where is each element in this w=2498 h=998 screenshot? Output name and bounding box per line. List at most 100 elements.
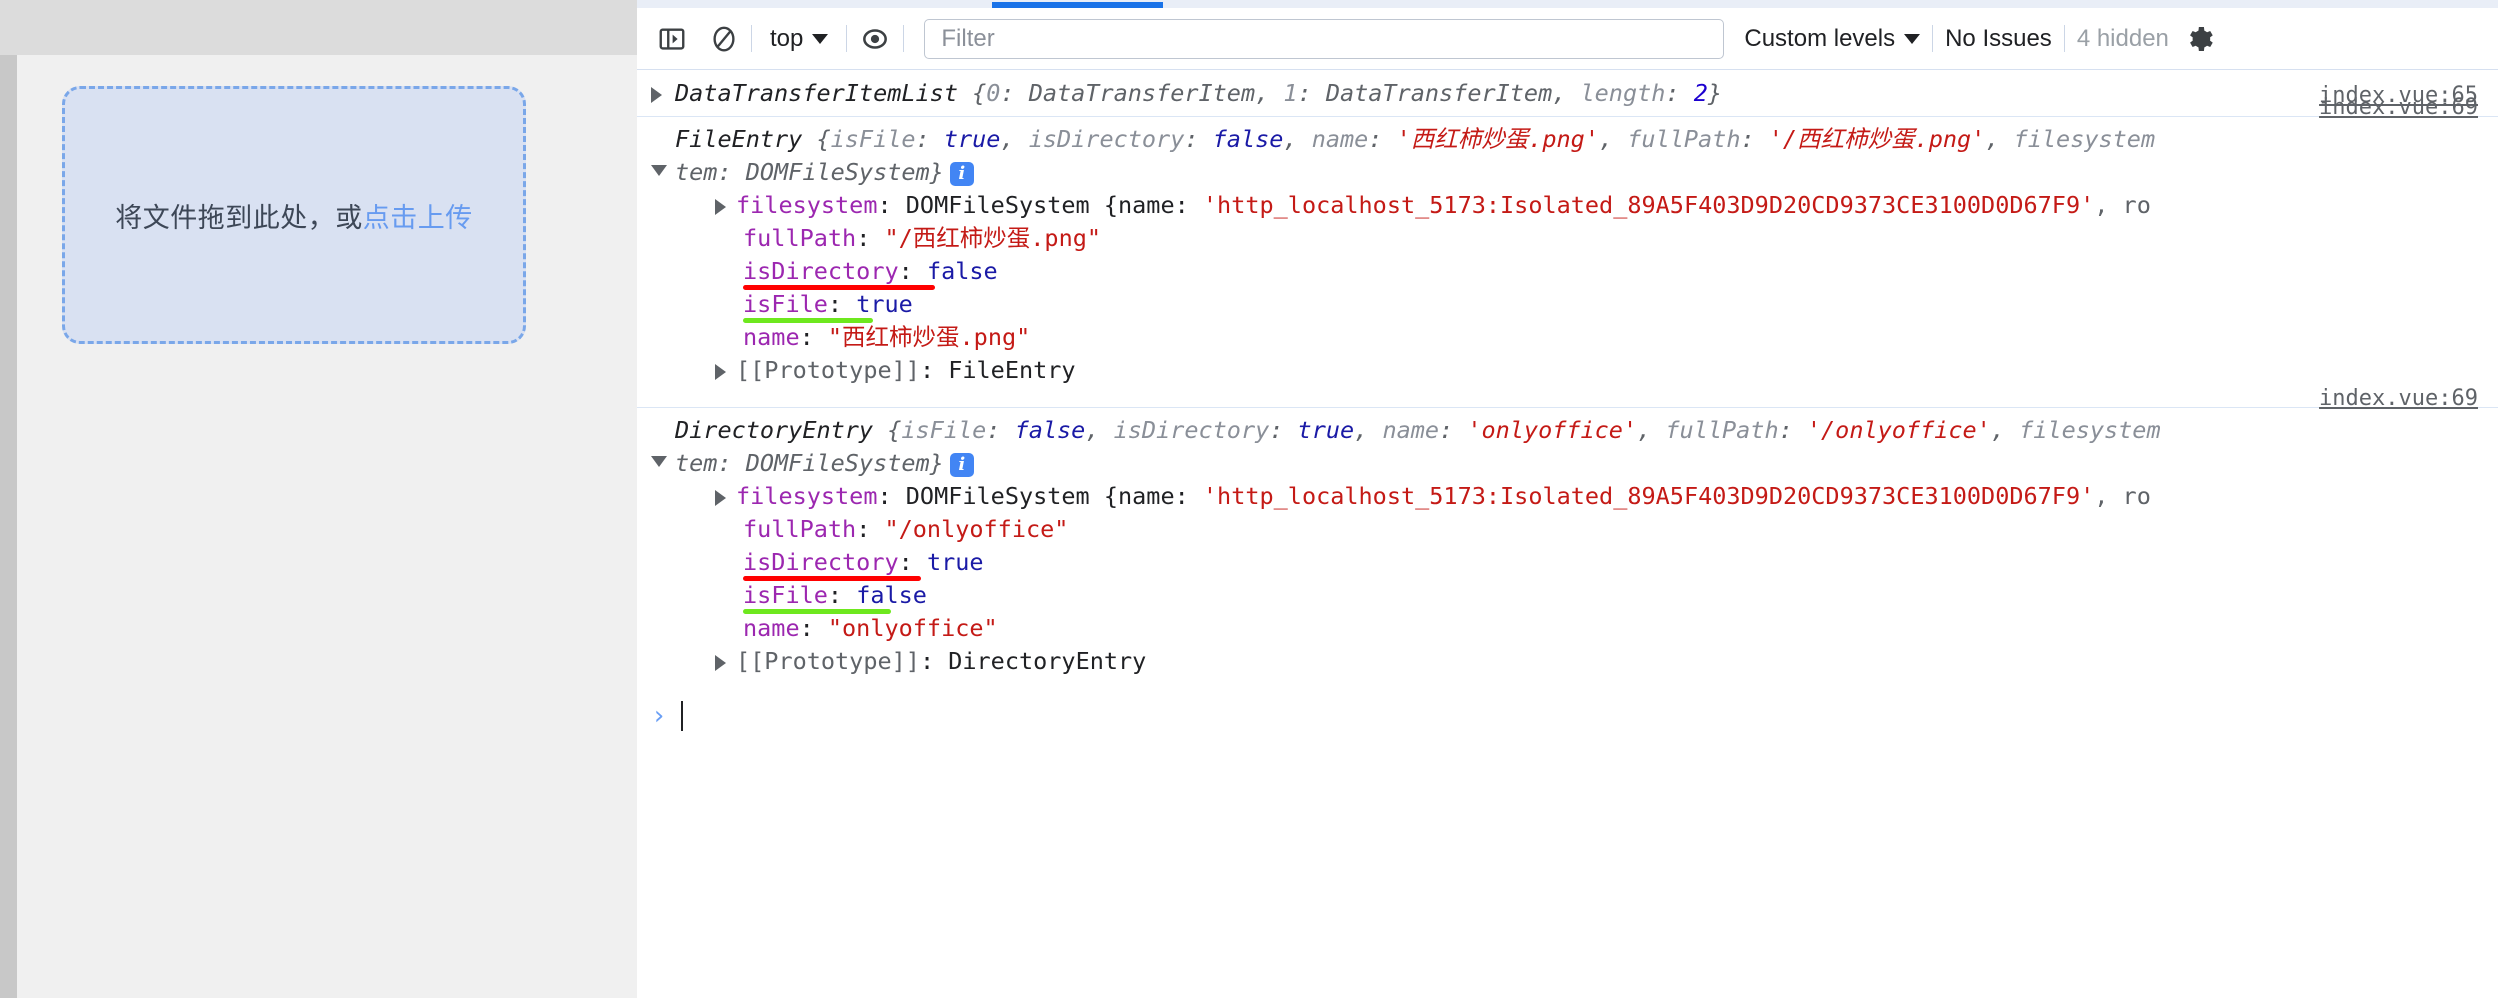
expand-triangle-icon[interactable]	[715, 654, 726, 671]
sep: :	[1000, 79, 1029, 107]
object-property-row[interactable]: filesystem: DOMFileSystem {name: 'http_l…	[675, 480, 2478, 513]
file-dropzone[interactable]: 将文件拖到此处，或点击上传	[62, 86, 526, 344]
expand-triangle-icon[interactable]	[651, 87, 662, 103]
console-message[interactable]: index.vue:69 DirectoryEntry {isFile: fal…	[637, 386, 2498, 694]
info-badge-icon[interactable]: i	[949, 161, 974, 186]
expand-triangle-icon[interactable]	[715, 363, 726, 380]
log-levels-label: Custom levels	[1744, 24, 1896, 52]
source-link[interactable]: index.vue:69	[2319, 91, 2478, 124]
property-name: name	[743, 614, 800, 642]
property-sep: :	[799, 614, 828, 642]
preview-value: DataTransferItem	[1028, 79, 1256, 107]
property-sep: :	[919, 356, 949, 384]
browser-left-rail	[0, 55, 17, 998]
console-filter-box[interactable]	[924, 18, 1725, 59]
preview-key: isFile	[901, 416, 987, 444]
property-name: isDirectory	[743, 257, 899, 285]
property-sep: :	[898, 548, 927, 576]
property-sep: :	[856, 224, 885, 252]
property-name: isDirectory	[743, 548, 899, 576]
live-expression-icon[interactable]	[859, 23, 891, 55]
page-content: 将文件拖到此处，或点击上传	[17, 55, 637, 998]
devtools-tabstrip	[637, 0, 2498, 8]
browser-chrome-strip	[0, 0, 637, 55]
object-property-row[interactable]: fullPath: "/onlyoffice"	[675, 513, 2478, 546]
property-name: filesystem	[736, 482, 878, 510]
execution-context-selector[interactable]: top	[764, 25, 834, 53]
dropzone-text: 将文件拖到此处，或点击上传	[115, 196, 473, 235]
issues-counter[interactable]: No Issues	[1945, 25, 2052, 53]
object-prototype-row[interactable]: [[Prototype]]: DirectoryEntry	[675, 645, 2478, 678]
preview-key: name	[1311, 125, 1369, 153]
property-name: isFile	[743, 290, 828, 318]
object-class-name: DirectoryEntry	[675, 416, 874, 444]
sep: :	[1665, 79, 1694, 107]
preview-value: 'onlyoffice'	[1467, 416, 1638, 444]
dropzone-upload-link[interactable]: 点击上传	[363, 203, 473, 233]
collapse-triangle-icon[interactable]	[651, 165, 667, 176]
expand-triangle-icon[interactable]	[715, 489, 726, 506]
object-class-name: DataTransferItemList	[675, 79, 958, 107]
preview-value: true	[1297, 416, 1355, 444]
property-name: filesystem	[736, 191, 878, 219]
expand-triangle-icon[interactable]	[715, 198, 726, 215]
property-sep: :	[919, 647, 949, 675]
console-toolbar: top Custom levels No Issues	[637, 8, 2498, 70]
property-name: fullPath	[743, 515, 857, 543]
property-value: true	[856, 290, 913, 318]
object-prototype-row[interactable]: [[Prototype]]: FileEntry	[675, 354, 2478, 387]
preview-key: isFile	[830, 125, 916, 153]
dropzone-main-text: 将文件拖到此处，或	[115, 202, 363, 233]
toolbar-divider	[846, 25, 848, 52]
search-input[interactable]	[939, 23, 1710, 54]
preview-key: length	[1580, 79, 1666, 107]
log-levels-selector[interactable]: Custom levels	[1744, 24, 1921, 53]
preview-value: false	[1212, 125, 1284, 153]
property-sep: :	[827, 581, 857, 609]
property-name: name	[743, 323, 800, 351]
console-message[interactable]: index.vue:69 FileEntry {isFile: true, is…	[637, 95, 2498, 407]
preview-key: 1	[1283, 79, 1298, 107]
console-message-list[interactable]: DataTransferItemList {0: DataTransferIte…	[637, 71, 2498, 998]
object-property-row[interactable]: isDirectory: true	[675, 546, 2478, 581]
property-value: false	[926, 257, 998, 285]
prototype-value: DirectoryEntry	[948, 647, 1147, 675]
object-property-row[interactable]: fullPath: "/西红柿炒蛋.png"	[675, 222, 2478, 255]
browser-page-area: 将文件拖到此处，或点击上传	[0, 0, 637, 998]
preview-key: filesystem	[2013, 125, 2156, 153]
property-sep: :	[898, 257, 927, 285]
sep: :	[1297, 79, 1326, 107]
object-property-row[interactable]: name: "西红柿炒蛋.png"	[675, 321, 2478, 354]
object-property-row[interactable]: isFile: true	[675, 288, 2478, 323]
property-name: fullPath	[743, 224, 857, 252]
info-badge-icon[interactable]: i	[949, 452, 974, 477]
property-tail: , ro	[2094, 191, 2151, 219]
brace: {	[873, 416, 902, 444]
toolbar-divider	[1932, 25, 1934, 52]
preview-value: 2	[1693, 79, 1708, 107]
collapse-triangle-icon[interactable]	[651, 456, 667, 467]
hidden-messages-count: 4 hidden	[2076, 24, 2169, 52]
property-sep: :	[856, 515, 885, 543]
property-value: true	[926, 548, 984, 576]
source-link[interactable]: index.vue:69	[2319, 382, 2478, 415]
property-tail: , ro	[2094, 482, 2151, 510]
console-message[interactable]: DataTransferItemList {0: DataTransferIte…	[637, 71, 2498, 116]
object-property-row[interactable]: filesystem: DOMFileSystem {name: 'http_l…	[675, 189, 2478, 222]
show-console-sidebar-icon[interactable]	[657, 24, 687, 54]
property-value: "onlyoffice"	[827, 614, 998, 642]
clear-console-icon[interactable]	[709, 24, 739, 54]
object-property-row[interactable]: name: "onlyoffice"	[675, 612, 2478, 645]
prompt-caret-icon: ›	[651, 700, 667, 731]
property-value: false	[856, 581, 927, 609]
gear-icon[interactable]	[2183, 23, 2215, 55]
object-property-row[interactable]: isDirectory: false	[675, 255, 2478, 290]
object-property-row[interactable]: isFile: false	[675, 579, 2478, 614]
property-name: isFile	[743, 581, 828, 609]
console-prompt-row[interactable]: ›	[637, 694, 2498, 738]
prototype-value: FileEntry	[948, 356, 1076, 384]
preview-value: '西红柿炒蛋.png'	[1396, 125, 1599, 153]
property-value: "/西红柿炒蛋.png"	[884, 224, 1102, 252]
property-value: 'http_localhost_5173:Isolated_89A5F403D9…	[1202, 191, 2095, 219]
object-class-name: FileEntry	[675, 125, 803, 153]
